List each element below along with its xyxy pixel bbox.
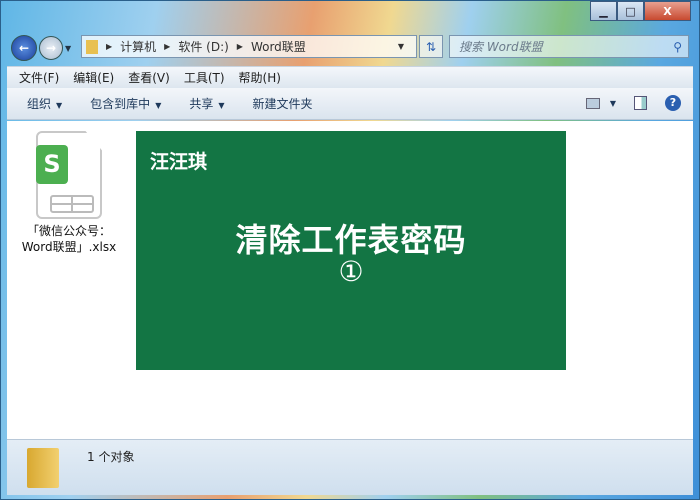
spreadsheet-file-icon: S [36, 131, 102, 219]
back-button[interactable]: ← [11, 35, 37, 61]
include-label: 包含到库中 [90, 97, 151, 111]
dropdown-icon: ▼ [56, 101, 63, 110]
file-name-line1: 「微信公众号： [26, 224, 111, 238]
table-grid-icon [50, 195, 94, 213]
banner-number: ① [338, 255, 364, 288]
share-button[interactable]: 共享 ▼ [189, 95, 224, 112]
share-label: 共享 [189, 97, 214, 111]
recent-pages-dropdown[interactable]: ▼ [65, 44, 71, 53]
organize-label: 组织 [27, 97, 52, 111]
search-placeholder: 搜索 Word联盟 [459, 40, 543, 54]
dropdown-icon: ▼ [218, 101, 225, 110]
file-name-line2: Word联盟」.xlsx [21, 240, 117, 254]
chevron-right-icon: ▶ [164, 42, 171, 51]
menu-bar: 文件(F) 编辑(E) 查看(V) 工具(T) 帮助(H) [7, 66, 693, 88]
dropdown-icon: ▼ [155, 101, 162, 110]
change-view-button[interactable]: ▼ [585, 97, 616, 109]
nav-buttons: ← → ▼ [11, 35, 71, 61]
s-logo-icon: S [36, 145, 68, 184]
organize-button[interactable]: 组织 ▼ [27, 95, 62, 112]
folder-icon [27, 448, 59, 488]
file-name: 「微信公众号： Word联盟」.xlsx [19, 223, 119, 255]
include-in-library-button[interactable]: 包含到库中 ▼ [90, 95, 161, 112]
close-button[interactable]: X [644, 1, 691, 21]
menu-edit[interactable]: 编辑(E) [73, 69, 114, 86]
chevron-right-icon: ▶ [236, 42, 243, 51]
preview-banner: 汪汪琪 清除工作表密码 ① [136, 131, 566, 370]
breadcrumb-computer[interactable]: 计算机 [120, 38, 156, 55]
menu-tools[interactable]: 工具(T) [184, 69, 225, 86]
file-item[interactable]: S 「微信公众号： Word联盟」.xlsx [19, 131, 119, 255]
dropdown-icon: ▼ [609, 98, 616, 108]
refresh-button[interactable]: ⇅ [419, 35, 443, 58]
help-icon[interactable]: ? [665, 95, 681, 111]
folder-icon [86, 39, 98, 54]
chevron-right-icon: ▶ [106, 42, 113, 51]
preview-pane-icon[interactable] [634, 96, 647, 110]
search-input[interactable]: 搜索 Word联盟 ⚲ [449, 35, 689, 58]
window-controls: ▁ □ X [590, 1, 691, 21]
details-pane: 1 个对象 [7, 439, 693, 495]
address-dropdown-icon[interactable]: ▼ [398, 42, 404, 51]
brand-text: 汪汪琪 [150, 151, 208, 173]
breadcrumb-folder[interactable]: Word联盟 [251, 38, 306, 55]
breadcrumb-drive[interactable]: 软件 (D:) [178, 38, 228, 55]
maximize-button[interactable]: □ [617, 1, 644, 21]
forward-button[interactable]: → [39, 36, 63, 60]
minimize-button[interactable]: ▁ [590, 1, 617, 21]
search-icon[interactable]: ⚲ [673, 40, 682, 54]
view-icon [585, 97, 600, 109]
menu-view[interactable]: 查看(V) [128, 69, 170, 86]
new-folder-button[interactable]: 新建文件夹 [253, 95, 313, 112]
menu-file[interactable]: 文件(F) [19, 69, 59, 86]
file-list: S 「微信公众号： Word联盟」.xlsx 汪汪琪 清除工作表密码 ① [7, 121, 693, 439]
address-bar[interactable]: ▶ 计算机 ▶ 软件 (D:) ▶ Word联盟 ▼ [81, 35, 417, 58]
command-bar: 组织 ▼ 包含到库中 ▼ 共享 ▼ 新建文件夹 ▼ ? [7, 88, 693, 120]
menu-help[interactable]: 帮助(H) [239, 69, 281, 86]
item-count: 1 个对象 [87, 450, 135, 464]
